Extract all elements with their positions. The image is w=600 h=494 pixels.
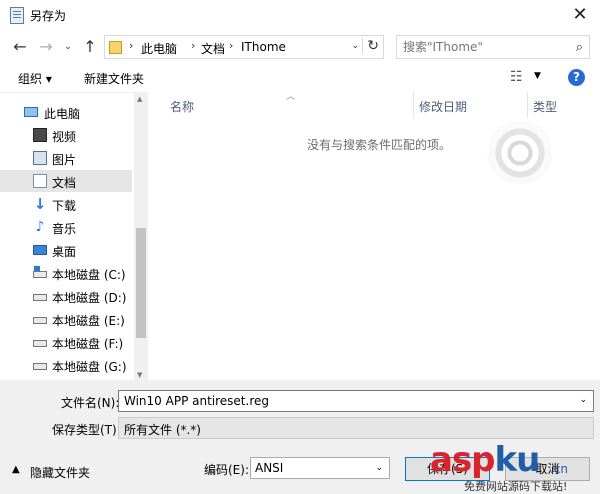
filename-input[interactable] [124, 394, 564, 408]
sidebar-item-label: 本地磁盘 (G:) [52, 360, 127, 374]
video-icon [33, 128, 47, 142]
sidebar-item-label: 音乐 [52, 222, 77, 236]
scroll-down-icon[interactable]: ▼ [137, 371, 142, 379]
title-bar: 另存为 ✕ [0, 0, 600, 32]
watermark-domain: .cn [550, 462, 569, 476]
organize-button[interactable]: 组织 ▾ [18, 70, 52, 87]
chevron-down-icon[interactable]: ▼ [534, 71, 541, 81]
sidebar-item-drive-e[interactable]: 本地磁盘 (E:) [0, 308, 132, 330]
drive-icon [33, 294, 47, 301]
breadcrumb-documents[interactable]: 文档 [201, 40, 225, 57]
forward-arrow-icon[interactable]: → [36, 37, 56, 57]
sidebar-item-label: 图片 [52, 153, 77, 167]
file-list[interactable]: ︿ 名称 修改日期 类型 没有与搜索条件匹配的项。 [148, 92, 600, 380]
filename-field[interactable]: ⌄ [118, 390, 594, 412]
sidebar-item-drive-d[interactable]: 本地磁盘 (D:) [0, 285, 132, 307]
filetype-value: 所有文件 (*.*) [124, 423, 201, 437]
help-icon[interactable]: ? [568, 69, 585, 86]
filetype-label: 保存类型(T): [52, 423, 121, 437]
address-bar: ← → ⌄ ↑ › 此电脑 › 文档 › IThome ⌄ ↻ ⌕ [0, 32, 600, 62]
sidebar-item-music[interactable]: ♪ 音乐 [0, 216, 132, 238]
sort-ascending-icon: ︿ [286, 92, 296, 102]
hide-folders-button[interactable]: 隐藏文件夹 [30, 464, 90, 481]
encoding-select[interactable]: ANSI ⌄ [250, 457, 390, 479]
breadcrumb-ithome[interactable]: IThome [241, 40, 286, 54]
command-bar: 组织 ▾ 新建文件夹 ☷ ▼ ? [0, 62, 600, 92]
sidebar-item-label: 桌面 [52, 245, 77, 259]
recent-locations-icon[interactable]: ⌄ [58, 37, 78, 57]
chevron-right-icon[interactable]: › [191, 39, 195, 52]
system-drive-icon [33, 266, 47, 278]
sidebar-item-label: 本地磁盘 (F:) [52, 337, 124, 351]
sidebar-scrollbar[interactable]: ▲ ▼ [134, 93, 148, 381]
scroll-up-icon[interactable]: ▲ [137, 95, 142, 103]
sidebar-item-videos[interactable]: 视频 [0, 124, 132, 146]
new-folder-button[interactable]: 新建文件夹 [84, 70, 144, 87]
sidebar-item-drive-c[interactable]: 本地磁盘 (C:) [0, 262, 132, 284]
column-divider[interactable] [413, 92, 414, 118]
watermark-brand: aspku [430, 440, 540, 480]
empty-message: 没有与搜索条件匹配的项。 [307, 138, 452, 152]
pictures-icon [33, 151, 47, 165]
up-arrow-icon[interactable]: ↑ [80, 37, 100, 57]
notepad-icon [10, 7, 24, 24]
sidebar-item-label: 下载 [52, 199, 77, 213]
scrollbar-thumb[interactable] [136, 228, 146, 338]
sidebar-item-label: 此电脑 [44, 107, 81, 121]
chevron-down-icon[interactable]: ⌄ [375, 463, 383, 473]
encoding-label: 编码(E): [204, 463, 249, 477]
sidebar-item-pictures[interactable]: 图片 [0, 147, 132, 169]
filename-label: 文件名(N): [61, 396, 120, 410]
chevron-down-icon[interactable]: ⌄ [351, 41, 359, 51]
drive-icon [33, 317, 47, 324]
breadcrumb[interactable]: › 此电脑 › 文档 › IThome ⌄ ↻ [104, 35, 384, 59]
documents-icon [33, 174, 47, 188]
drive-icon [33, 363, 47, 370]
column-type[interactable]: 类型 [533, 98, 557, 115]
search-input[interactable] [403, 40, 563, 54]
column-divider[interactable] [527, 92, 528, 118]
music-icon: ♪ [35, 219, 45, 235]
refresh-icon[interactable]: ↻ [362, 38, 379, 54]
download-icon: ↓ [33, 195, 47, 213]
computer-icon [24, 107, 38, 117]
sidebar-item-drive-f[interactable]: 本地磁盘 (F:) [0, 331, 132, 353]
back-arrow-icon[interactable]: ← [10, 37, 30, 57]
encoding-value: ANSI [255, 461, 284, 475]
drive-icon [33, 340, 47, 347]
chevron-right-icon[interactable]: › [229, 39, 233, 52]
sidebar-item-label: 本地磁盘 (C:) [52, 268, 126, 282]
window-title: 另存为 [30, 9, 67, 23]
sidebar-item-this-pc[interactable]: 此电脑 [0, 101, 132, 123]
search-icon[interactable]: ⌕ [576, 40, 583, 55]
watermark-logo: aspku .cn 免费网站源码下载站! [424, 440, 600, 494]
sidebar-item-documents[interactable]: 文档 [0, 170, 132, 192]
sidebar-item-downloads[interactable]: ↓ 下载 [0, 193, 132, 215]
sidebar-item-label: 本地磁盘 (E:) [52, 314, 125, 328]
filetype-select[interactable]: 所有文件 (*.*) [118, 417, 594, 439]
chevron-up-icon[interactable]: ▲ [12, 464, 20, 475]
view-options-icon[interactable]: ☷ [510, 69, 523, 85]
column-header: ︿ 名称 修改日期 类型 [148, 92, 600, 118]
column-name[interactable]: 名称 [170, 98, 194, 115]
sidebar-item-label: 文档 [52, 176, 77, 190]
desktop-icon [33, 245, 47, 255]
breadcrumb-this-pc[interactable]: 此电脑 [141, 40, 177, 57]
sidebar-item-label: 本地磁盘 (D:) [52, 291, 127, 305]
navigation-pane: 此电脑 视频 图片 文档 ↓ 下载 ♪ 音乐 桌面 本地磁盘 (C:) 本地磁盘… [0, 92, 148, 381]
close-button[interactable]: ✕ [560, 0, 600, 30]
chevron-down-icon[interactable]: ⌄ [579, 395, 587, 405]
sidebar-item-label: 视频 [52, 130, 77, 144]
sidebar-item-desktop[interactable]: 桌面 [0, 239, 132, 261]
loading-spinner-icon [480, 122, 560, 184]
search-box[interactable]: ⌕ [396, 35, 590, 59]
watermark-tagline: 免费网站源码下载站! [464, 480, 568, 493]
column-date-modified[interactable]: 修改日期 [419, 98, 467, 115]
sidebar-item-drive-g[interactable]: 本地磁盘 (G:) [0, 354, 132, 376]
chevron-right-icon[interactable]: › [129, 39, 133, 52]
folder-icon [109, 41, 122, 54]
